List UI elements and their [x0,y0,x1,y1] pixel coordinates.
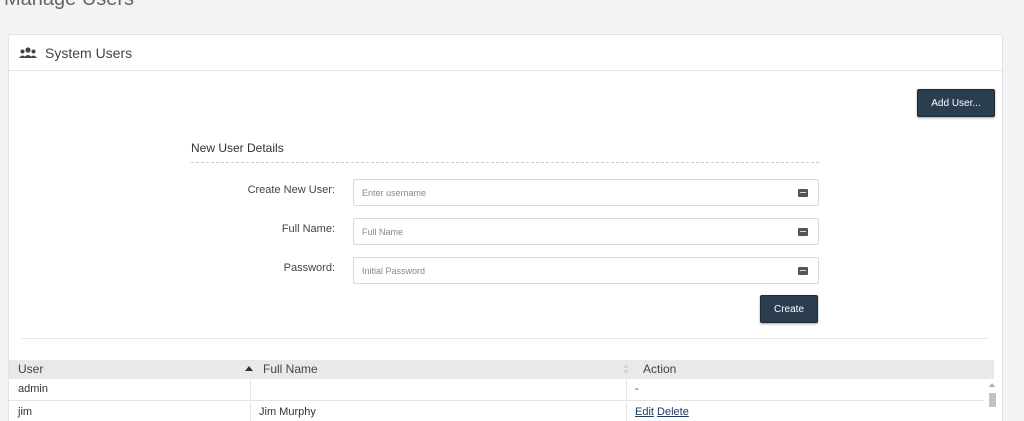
section-divider [21,338,989,339]
delete-link[interactable]: Delete [657,406,689,418]
table-row: admin - [9,379,984,401]
full-name-input[interactable] [362,226,782,237]
full-name-field[interactable] [353,218,819,245]
column-header-full-name[interactable]: Full Name [263,362,318,376]
users-icon [19,46,37,58]
panel-title: System Users [45,44,133,61]
password-field[interactable] [353,257,819,284]
password-label: Password: [283,262,335,274]
panel-header: System Users [9,35,1002,71]
column-separator [626,379,627,401]
username-field[interactable] [353,179,819,206]
column-separator [250,402,251,421]
column-separator [626,402,627,421]
add-user-button[interactable]: Add User... [917,89,995,117]
keyboard-icon[interactable] [798,267,808,275]
cell-action: - [635,383,639,395]
edit-link[interactable]: Edit [635,406,654,418]
table-header: User Full Name Action [9,360,994,379]
sort-icon[interactable] [623,364,629,374]
system-users-panel: System Users Add User... New User Detail… [8,34,1003,421]
password-input[interactable] [362,265,782,276]
column-separator [250,379,251,401]
form-divider [191,162,819,163]
table-scrollbar[interactable] [987,379,997,421]
username-input[interactable] [362,187,782,198]
page-title: Manage Users [4,0,134,11]
column-header-action[interactable]: Action [643,362,676,376]
username-label: Create New User: [247,184,335,196]
scroll-thumb[interactable] [989,393,996,407]
full-name-label: Full Name: [281,223,335,235]
create-button[interactable]: Create [760,295,818,323]
cell-full-name: Jim Murphy [259,406,316,418]
sort-ascending-icon[interactable] [245,366,253,371]
cell-user: admin [18,383,48,395]
column-header-user[interactable]: User [18,362,43,376]
scroll-up-icon[interactable] [989,383,995,387]
table-row: jim Jim Murphy Edit Delete [9,402,984,421]
cell-user: jim [18,406,33,418]
cell-action: Edit Delete [635,406,689,418]
form-section-title: New User Details [191,141,284,155]
keyboard-icon[interactable] [798,189,808,197]
keyboard-icon[interactable] [798,228,808,236]
